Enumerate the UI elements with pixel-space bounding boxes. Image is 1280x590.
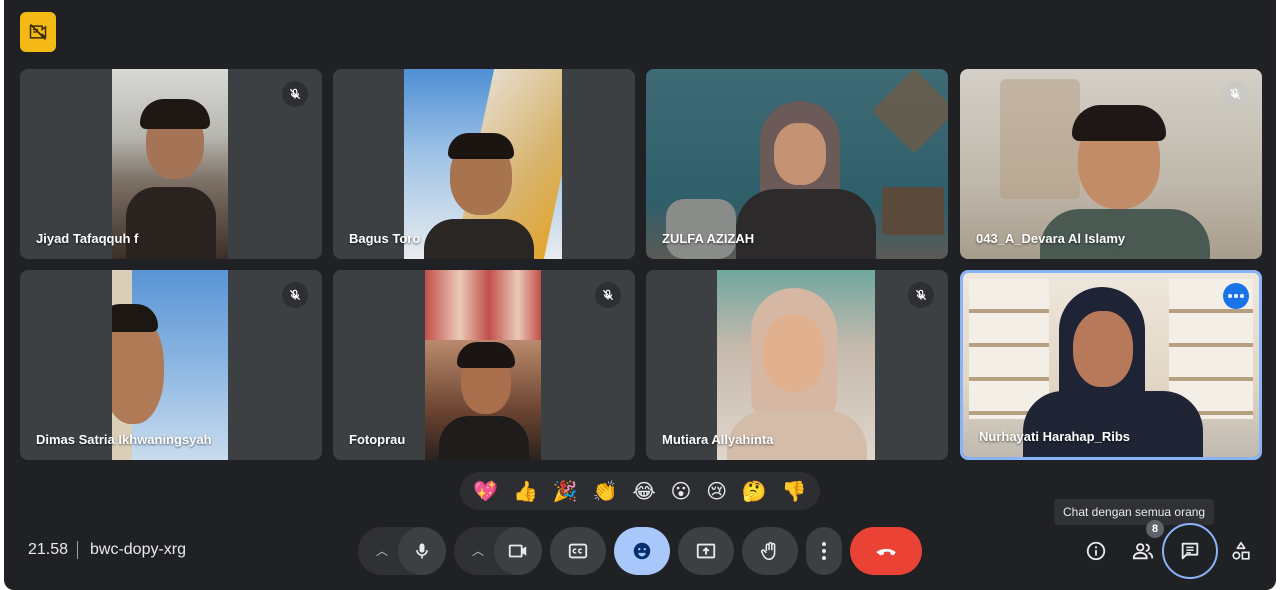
participant-tile[interactable]: Mutiara Allyahinta: [646, 270, 948, 460]
participant-video: [404, 69, 562, 259]
more-options-button[interactable]: [806, 527, 842, 575]
people-icon: [1132, 543, 1154, 560]
leave-call-button[interactable]: [850, 527, 922, 575]
captions-icon: [568, 543, 588, 559]
hang-up-icon: [876, 548, 896, 556]
mic-off-icon: [1222, 81, 1248, 107]
more-options-icon[interactable]: [1223, 283, 1249, 309]
chevron-up-icon[interactable]: ︿: [376, 542, 388, 559]
chat-tooltip: Chat dengan semua orang: [1054, 499, 1215, 525]
no-camera-badge-icon[interactable]: [20, 12, 56, 52]
participant-name: Bagus Toro: [349, 231, 421, 246]
reaction-sad[interactable]: 😢: [706, 479, 727, 503]
divider: [77, 541, 78, 559]
emoji-reactions-button[interactable]: [614, 527, 670, 575]
participant-name: Mutiara Allyahinta: [662, 432, 774, 447]
reaction-heart[interactable]: 💖: [473, 479, 498, 503]
chevron-up-icon[interactable]: ︿: [472, 542, 484, 559]
info-icon: [1086, 541, 1106, 561]
participant-name: Fotoprau: [349, 432, 406, 447]
reaction-clap[interactable]: 👏: [593, 479, 618, 503]
activities-icon: [1232, 541, 1250, 560]
mic-off-icon: [908, 282, 934, 308]
participant-name: Nurhayati Harahap_Ribs: [979, 429, 1130, 444]
camera-button[interactable]: [494, 527, 542, 575]
present-icon: [696, 543, 716, 559]
mic-off-icon: [282, 282, 308, 308]
mic-off-icon: [595, 282, 621, 308]
participant-tile[interactable]: 043_A_Devara Al Islamy: [960, 69, 1262, 259]
reaction-thinking[interactable]: 🤔: [742, 479, 767, 503]
reaction-thumbs-up[interactable]: 👍: [513, 479, 538, 503]
participant-name: Dimas Satria Ikhwaningsyah: [36, 432, 212, 447]
camera-icon: [508, 544, 527, 558]
meeting-details-button[interactable]: [1081, 536, 1111, 566]
raise-hand-button[interactable]: [742, 527, 798, 575]
participant-name: 043_A_Devara Al Islamy: [976, 231, 1126, 246]
participant-tile[interactable]: Jiyad Tafaqquh f: [20, 69, 322, 259]
chat-icon: [1181, 542, 1199, 560]
mic-off-icon: [282, 81, 308, 107]
mic-icon: [416, 543, 428, 559]
emoji-icon: [633, 542, 651, 560]
participant-name: Jiyad Tafaqquh f: [36, 231, 139, 246]
activities-button[interactable]: [1226, 536, 1256, 566]
raise-hand-icon: [760, 542, 776, 561]
participant-name: ZULFA AZIZAH: [662, 231, 755, 246]
people-button[interactable]: [1128, 536, 1158, 566]
mic-button[interactable]: [398, 527, 446, 575]
participant-tile-active-speaker[interactable]: Nurhayati Harahap_Ribs: [960, 270, 1262, 460]
reaction-laugh[interactable]: 😂: [632, 479, 655, 503]
more-vert-icon: [822, 542, 826, 560]
participant-count-badge: 8: [1146, 520, 1164, 538]
meeting-code: bwc-dopy-xrg: [90, 541, 187, 558]
captions-button[interactable]: [550, 527, 606, 575]
reaction-party[interactable]: 🎉: [553, 479, 578, 503]
participant-tile[interactable]: Dimas Satria Ikhwaningsyah: [20, 270, 322, 460]
participant-tile[interactable]: Fotoprau: [333, 270, 635, 460]
participant-tile[interactable]: Bagus Toro: [333, 69, 635, 259]
participant-tile[interactable]: ZULFA AZIZAH: [646, 69, 948, 259]
participant-video: [425, 270, 541, 460]
present-button[interactable]: [678, 527, 734, 575]
meeting-time: 21.58: [28, 541, 69, 558]
reaction-surprised[interactable]: 😮: [671, 479, 692, 503]
meet-window: Jiyad Tafaqquh f Bagus Toro ZULFA AZIZAH: [4, 0, 1276, 590]
reaction-thumbs-down[interactable]: 👎: [782, 479, 807, 503]
reactions-bar: 💖 👍 🎉 👏 😂 😮 😢 🤔 👎: [460, 472, 820, 510]
chat-button[interactable]: [1162, 523, 1218, 579]
